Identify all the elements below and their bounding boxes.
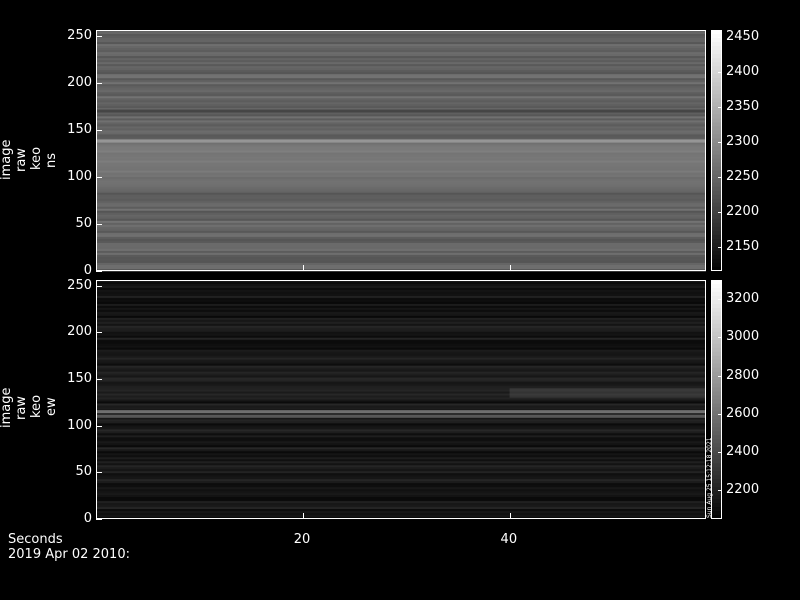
y-tick-label-ns: 50	[75, 215, 92, 231]
y-tick-mark-ns	[96, 223, 102, 225]
colorbar-tick-label-ns: 2450	[726, 28, 760, 44]
ylabel-ew-part-3: keo	[29, 394, 44, 418]
y-tick-label-ns: 0	[83, 263, 92, 278]
y-tick-mark-ns	[96, 176, 102, 178]
y-tick-mark-ns	[96, 35, 102, 37]
y-axis-label-ew-3: keo	[29, 393, 44, 418]
y-tick-mark-ew	[96, 332, 102, 334]
y-tick-mark-ns	[96, 271, 102, 272]
y-tick-mark-ew	[96, 519, 102, 520]
colorbar-tick-label-ns: 2300	[726, 133, 760, 149]
colorbar-tick-label-ns: 2400	[726, 63, 760, 79]
ylabel-ew-part-4: ew	[44, 397, 59, 416]
y-axis-label-ew: image	[0, 378, 14, 429]
colorbar-tick-mark-ns	[718, 246, 722, 248]
colorbar-tick-mark-ew	[718, 490, 722, 492]
colorbar-tick-mark-ew	[718, 452, 722, 454]
y-tick-label-ew: 50	[75, 464, 92, 480]
x-tick-mark-ew	[302, 513, 304, 519]
colorbar-tick-mark-ew	[718, 413, 722, 415]
colorbar-ns-frame	[711, 30, 722, 271]
colorbar-tick-mark-ns	[718, 71, 722, 73]
colorbar-tick-mark-ew	[718, 337, 722, 339]
y-tick-mark-ns	[96, 129, 102, 131]
y-tick-label-ns: 250	[67, 27, 92, 43]
y-tick-mark-ew	[96, 378, 102, 380]
y-tick-label-ns: 100	[67, 168, 92, 184]
y-tick-label-ew: 250	[67, 277, 92, 293]
y-tick-label-ns: 150	[67, 121, 92, 137]
colorbar-tick-mark-ns	[718, 141, 722, 143]
ylabel-ns-part-4: ns	[44, 152, 59, 168]
colorbar-tick-mark-ew	[718, 375, 722, 377]
timestamp-stamp-text: Sun Aug 25 15:12:18 2021	[706, 437, 713, 518]
colorbar-tick-label-ew: 2600	[726, 405, 760, 421]
colorbar-tick-label-ns: 2250	[726, 168, 760, 184]
y-axis-label-ew-2: raw	[14, 390, 29, 420]
colorbar-tick-label-ew: 2400	[726, 444, 760, 460]
x-tick-mark-ns	[302, 265, 304, 271]
colorbar-tick-label-ew: 2800	[726, 367, 760, 383]
colorbar-tick-mark-ns	[718, 176, 722, 178]
colorbar-tick-label-ew: 3200	[726, 291, 760, 307]
y-tick-label-ew: 100	[67, 417, 92, 433]
x-tick-label: 40	[500, 532, 518, 547]
colorbar-tick-mark-ns	[718, 106, 722, 108]
ylabel-ew-part-1: image	[0, 387, 14, 429]
footer-date: 2019 Apr 02 2010:	[8, 547, 130, 562]
y-axis-label-ns-3: keo	[29, 145, 44, 170]
y-tick-mark-ns	[96, 82, 102, 84]
x-axis-label: Seconds	[8, 532, 63, 547]
plot-frame-ew	[96, 280, 706, 519]
y-axis-label-ns-2: raw	[14, 142, 29, 172]
y-tick-mark-ew	[96, 472, 102, 474]
colorbar-tick-label-ns: 2200	[726, 203, 760, 219]
timestamp-stamp: Sun Aug 25 15:12:18 2021	[706, 428, 713, 518]
colorbar-tick-label-ew: 2200	[726, 482, 760, 498]
colorbar-tick-label-ew: 3000	[726, 329, 760, 345]
colorbar-tick-label-ns: 2350	[726, 98, 760, 114]
y-tick-label-ns: 200	[67, 74, 92, 90]
x-tick-mark-ns	[509, 265, 511, 271]
ylabel-ns-part-3: keo	[29, 146, 44, 170]
y-axis-label-ns: image	[0, 130, 14, 181]
y-tick-label-ew: 150	[67, 370, 92, 386]
y-axis-label-ns-4: ns	[44, 148, 59, 168]
ylabel-ew-part-2: raw	[14, 396, 29, 420]
x-tick-mark-ew	[509, 513, 511, 519]
y-tick-mark-ew	[96, 285, 102, 287]
y-tick-label-ew: 200	[67, 324, 92, 340]
y-tick-mark-ew	[96, 425, 102, 427]
plot-frame-ns	[96, 30, 706, 271]
ylabel-ns-part-2: raw	[14, 148, 29, 172]
colorbar-tick-label-ns: 2150	[726, 238, 760, 254]
y-tick-label-ew: 0	[83, 511, 92, 526]
y-axis-label-ew-4: ew	[44, 396, 59, 416]
x-tick-label: 20	[293, 532, 311, 547]
colorbar-tick-mark-ew	[718, 299, 722, 301]
colorbar-tick-mark-ns	[718, 211, 722, 213]
colorbar-tick-mark-ns	[718, 36, 722, 38]
ylabel-ns-part-1: image	[0, 139, 14, 181]
